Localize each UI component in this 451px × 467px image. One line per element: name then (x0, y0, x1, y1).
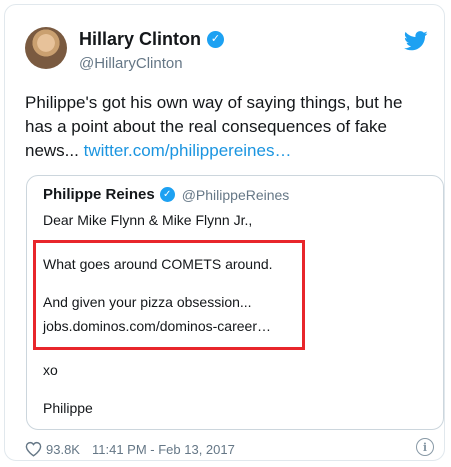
quoted-link[interactable]: jobs.dominos.com/dominos-career… (43, 318, 271, 334)
heart-icon[interactable] (25, 441, 42, 457)
author-handle[interactable]: @HillaryClinton (79, 55, 183, 72)
quoted-author-handle[interactable]: @PhilippeReines (182, 187, 290, 203)
avatar[interactable] (25, 27, 67, 69)
author-name[interactable]: Hillary Clinton (79, 29, 201, 50)
verified-badge-icon: ✓ (159, 187, 175, 202)
tweet-link[interactable]: twitter.com/philippereines… (84, 141, 292, 160)
quoted-author-row: Philippe Reines ✓ @PhilippeReines (43, 186, 289, 203)
timestamp[interactable]: 11:41 PM - Feb 13, 2017 (92, 442, 235, 457)
quoted-xo: xo (43, 362, 58, 378)
tweet-card: Hillary Clinton ✓ @HillaryClinton Philip… (4, 4, 445, 461)
quoted-signoff: Philippe (43, 400, 93, 416)
tweet-footer: 93.8K 11:41 PM - Feb 13, 2017 (25, 441, 235, 457)
quoted-tweet[interactable]: Philippe Reines ✓ @PhilippeReines Dear M… (26, 175, 444, 430)
quoted-greeting: Dear Mike Flynn & Mike Flynn Jr., (43, 212, 253, 228)
like-count[interactable]: 93.8K (46, 442, 80, 457)
quoted-comets-line: What goes around COMETS around. (43, 256, 273, 272)
quoted-author-name[interactable]: Philippe Reines (43, 186, 155, 203)
info-icon[interactable]: i (416, 438, 434, 456)
tweet-text: Philippe's got his own way of saying thi… (25, 91, 425, 163)
twitter-bird-icon[interactable] (404, 31, 428, 51)
verified-badge-icon: ✓ (207, 31, 225, 48)
author-name-row: Hillary Clinton ✓ (79, 29, 225, 50)
quoted-pizza-line: And given your pizza obsession... (43, 294, 252, 310)
